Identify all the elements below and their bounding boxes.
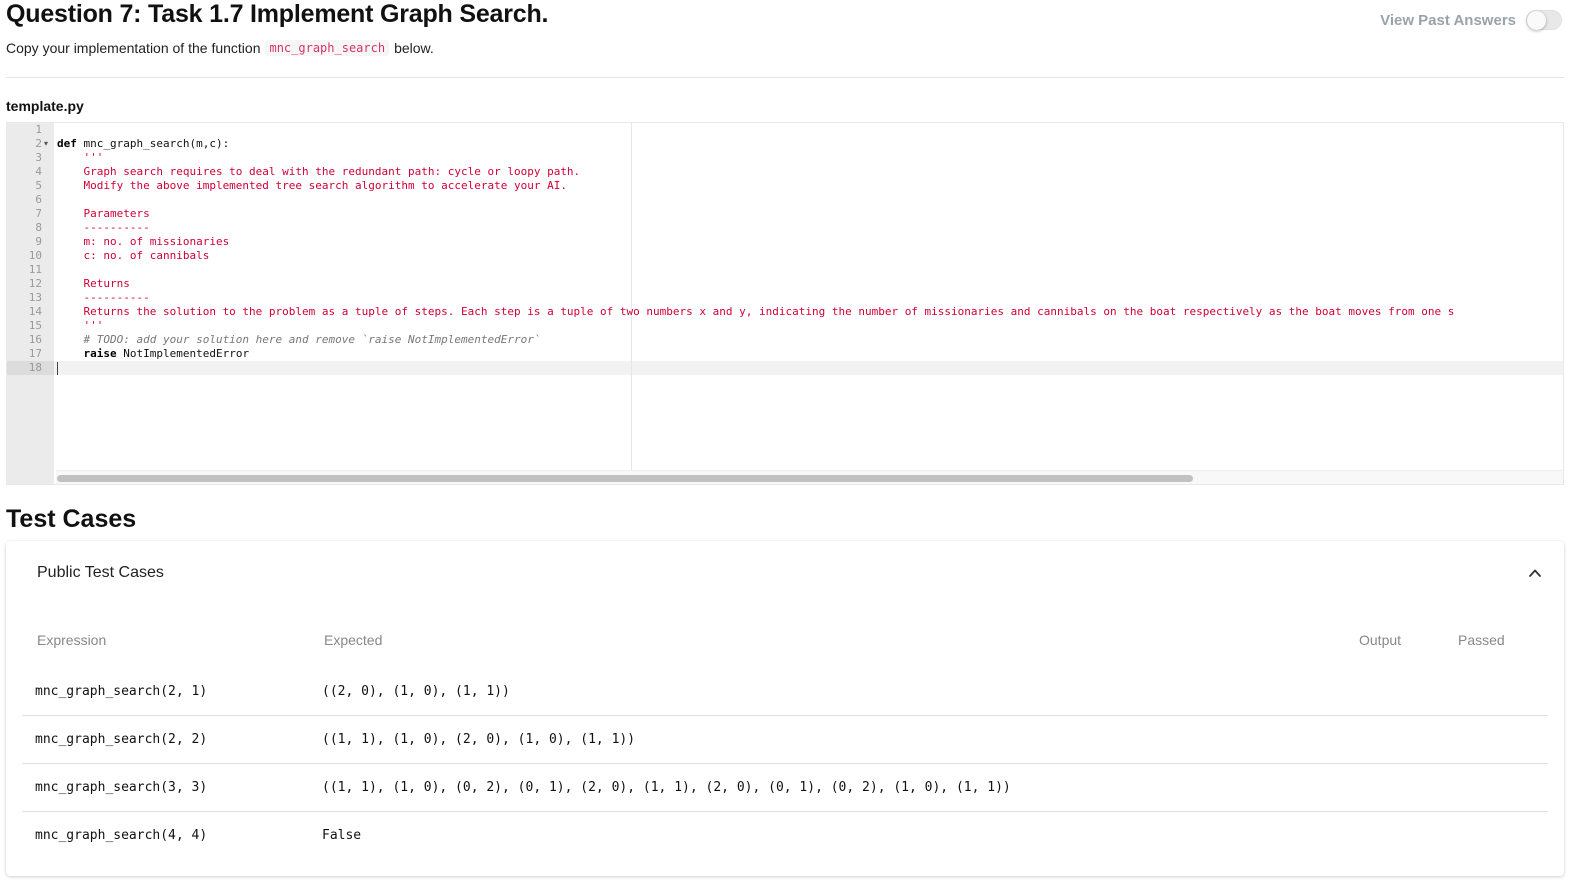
test-case-row: mnc_graph_search(2, 1) ((2, 0), (1, 0), … [22,668,1548,716]
toggle-knob [1527,11,1546,30]
test-expression: mnc_graph_search(3, 3) [35,780,208,795]
code-line: Parameters [57,207,150,220]
line-number: 9 [35,235,42,248]
line-number: 11 [28,263,42,276]
line-number: 17 [28,347,42,360]
code-line: Modify the above implemented tree search… [57,179,567,192]
column-header-expression: Expression [37,632,107,648]
test-expected: False [322,828,362,843]
code-comment: # TODO: add your solution here and remov… [57,333,541,346]
test-expression: mnc_graph_search(2, 2) [35,732,208,747]
page: Question 7: Task 1.7 Implement Graph Sea… [0,0,1580,883]
test-expression: mnc_graph_search(4, 4) [35,828,208,843]
code-line: m: no. of missionaries [57,235,230,248]
line-number: 2 [35,137,42,150]
code-line: ''' [57,319,104,332]
test-case-row: mnc_graph_search(2, 2) ((1, 1), (1, 0), … [22,716,1548,764]
editor-filename: template.py [6,98,84,114]
line-number: 3 [35,151,42,164]
code-line: Graph search requires to deal with the r… [57,165,581,178]
horizontal-scrollbar[interactable] [56,470,1563,484]
keyword: def [57,137,77,150]
question-title: Question 7: Task 1.7 Implement Graph Sea… [6,0,549,28]
text-cursor [57,362,58,375]
question-instructions: Copy your implementation of the function… [6,40,434,56]
editor-gutter: 1 2 ▾ 3 4 5 6 7 8 9 10 11 12 13 14 15 16… [7,123,54,484]
header-divider [6,77,1564,78]
code-text: mnc_graph_search(m,c): [76,137,230,150]
test-expected: ((1, 1), (1, 0), (0, 2), (0, 1), (2, 0),… [322,780,1011,795]
code-editor[interactable]: 1 2 ▾ 3 4 5 6 7 8 9 10 11 12 13 14 15 16… [6,122,1564,485]
line-number: 13 [28,291,42,304]
function-name-code: mnc_graph_search [265,40,390,56]
code-line: ---------- [57,221,150,234]
line-number: 8 [35,221,42,234]
line-number: 16 [28,333,42,346]
column-header-output: Output [1359,632,1402,648]
code-line: Returns [57,277,130,290]
scrollbar-thumb[interactable] [57,475,1193,482]
test-expression: mnc_graph_search(2, 1) [35,684,208,699]
line-number: 7 [35,207,42,220]
instructions-suffix: below. [394,40,434,56]
fold-toggle-icon[interactable]: ▾ [44,137,48,151]
line-number: 10 [28,249,42,262]
code-text: NotImplementedError [116,347,250,360]
code-line: ''' [57,151,104,164]
instructions-prefix: Copy your implementation of the function [6,40,261,56]
line-number: 5 [35,179,42,192]
column-header-expected: Expected [324,632,383,648]
code-line: Returns the solution to the problem as a… [57,305,1455,318]
line-number: 12 [28,277,42,290]
public-test-cases-title[interactable]: Public Test Cases [37,564,164,582]
line-number: 1 [35,123,42,136]
code-line: raise NotImplementedError [57,347,249,361]
code-line: def mnc_graph_search(m,c): [57,137,229,151]
test-expected: ((1, 1), (1, 0), (2, 0), (1, 0), (1, 1)) [322,732,636,747]
test-cases-heading: Test Cases [6,505,137,533]
line-number: 6 [35,193,42,206]
view-past-answers: View Past Answers [1380,10,1562,30]
public-test-cases-panel: Public Test Cases Expression Expected Ou… [6,541,1564,876]
view-past-answers-toggle[interactable] [1526,10,1562,30]
test-case-row: mnc_graph_search(3, 3) ((1, 1), (1, 0), … [22,764,1548,812]
code-line: ---------- [57,291,150,304]
test-expected: ((2, 0), (1, 0), (1, 1)) [322,684,510,699]
test-case-row: mnc_graph_search(4, 4) False [22,812,1548,860]
view-past-answers-label: View Past Answers [1380,11,1516,29]
print-margin [631,123,632,470]
keyword: raise [57,347,117,360]
active-line-highlight [54,361,1563,375]
line-number: 15 [28,319,42,332]
column-header-passed: Passed [1458,632,1505,648]
line-number-active: 18 [7,361,54,375]
code-line: c: no. of cannibals [57,249,210,262]
line-number: 14 [28,305,42,318]
chevron-up-icon[interactable] [1528,566,1542,580]
line-number: 4 [35,165,42,178]
